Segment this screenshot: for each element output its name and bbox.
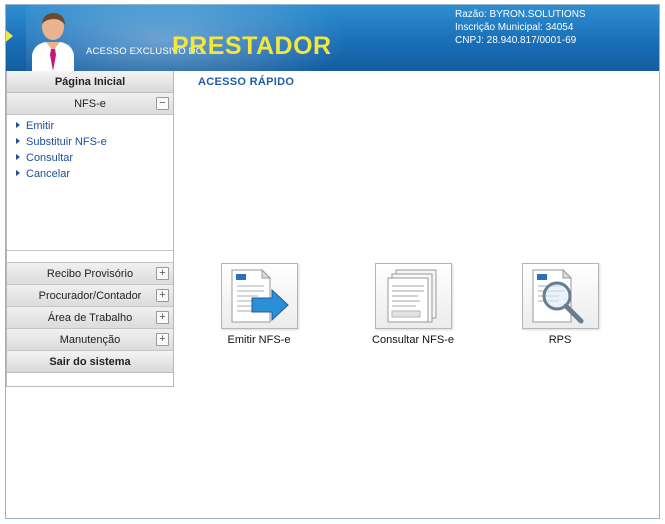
submenu-item-consultar[interactable]: Consultar [7, 150, 173, 166]
expand-icon[interactable]: + [156, 311, 169, 324]
sidebar-item-exit[interactable]: Sair do sistema [7, 351, 173, 373]
company-razao: Razão: BYRON.SOLUTIONS [455, 9, 586, 20]
tile-label: Emitir NFS-e [227, 334, 291, 346]
sidebar-item-area-trabalho[interactable]: Área de Trabalho + [7, 307, 173, 329]
sidebar-item-label: Recibo Provisório [46, 268, 134, 280]
sidebar-item-home[interactable]: Página Inicial [7, 71, 173, 93]
nfse-submenu: Emitir Substituir NFS-e Consultar Cancel… [7, 115, 173, 251]
sidebar-item-procurador[interactable]: Procurador/Contador + [7, 285, 173, 307]
submenu-item-label: Substituir NFS-e [26, 136, 107, 148]
tile-icon-box[interactable] [374, 263, 452, 329]
company-info: Razão: BYRON.SOLUTIONS Inscrição Municip… [455, 8, 586, 47]
sidebar-item-nfse[interactable]: NFS-e − [7, 93, 173, 115]
sidebar-item-label: NFS-e [74, 98, 106, 110]
tile-label: RPS [548, 334, 572, 346]
sidebar-spacer [7, 251, 173, 263]
app-window: ACESSO EXCLUSIVO DO PRESTADOR Razão: BYR… [5, 4, 660, 519]
header-banner: ACESSO EXCLUSIVO DO PRESTADOR Razão: BYR… [6, 5, 659, 71]
collapse-icon[interactable]: − [156, 97, 169, 110]
section-title: ACESSO RÁPIDO [198, 76, 295, 88]
bullet-triangle-icon [16, 154, 20, 160]
emit-document-arrow-icon [231, 268, 289, 323]
company-inscricao: Inscrição Municipal: 34054 [455, 22, 574, 33]
bullet-triangle-icon [16, 138, 20, 144]
quick-access-consultar[interactable]: Consultar NFS-e [353, 263, 473, 346]
submenu-item-label: Emitir [26, 120, 55, 132]
sidebar-item-label: Procurador/Contador [38, 290, 142, 302]
sidebar-item-label: Área de Trabalho [47, 312, 133, 324]
tile-icon-box[interactable] [220, 263, 298, 329]
quick-access-rps[interactable]: RPS [500, 263, 620, 346]
expand-icon[interactable]: + [156, 333, 169, 346]
tile-label: Consultar NFS-e [372, 334, 454, 346]
company-cnpj: CNPJ: 28.940.817/0001-69 [455, 35, 577, 46]
submenu-item-emitir[interactable]: Emitir [7, 118, 173, 134]
document-magnifier-icon [532, 268, 583, 324]
sidebar-menu: Página Inicial NFS-e − Emitir Substituir… [6, 71, 174, 387]
sidebar-item-recibo[interactable]: Recibo Provisório + [7, 263, 173, 285]
sidebar-item-manutencao[interactable]: Manutenção + [7, 329, 173, 351]
document-stack-icon [387, 269, 436, 323]
user-avatar-icon [32, 13, 74, 71]
submenu-item-substituir[interactable]: Substituir NFS-e [7, 134, 173, 150]
expand-icon[interactable]: + [156, 267, 169, 280]
bullet-triangle-icon [16, 170, 20, 176]
sidebar-item-label: Manutenção [59, 334, 121, 346]
tile-icon-box[interactable] [521, 263, 599, 329]
submenu-item-label: Consultar [26, 152, 74, 164]
header-arrow-icon [6, 27, 13, 45]
submenu-item-label: Cancelar [26, 168, 71, 180]
quick-access-emitir[interactable]: Emitir NFS-e [199, 263, 319, 346]
bullet-triangle-icon [16, 122, 20, 128]
expand-icon[interactable]: + [156, 289, 169, 302]
submenu-item-cancelar[interactable]: Cancelar [7, 166, 173, 182]
brand-title: PRESTADOR [172, 32, 332, 60]
